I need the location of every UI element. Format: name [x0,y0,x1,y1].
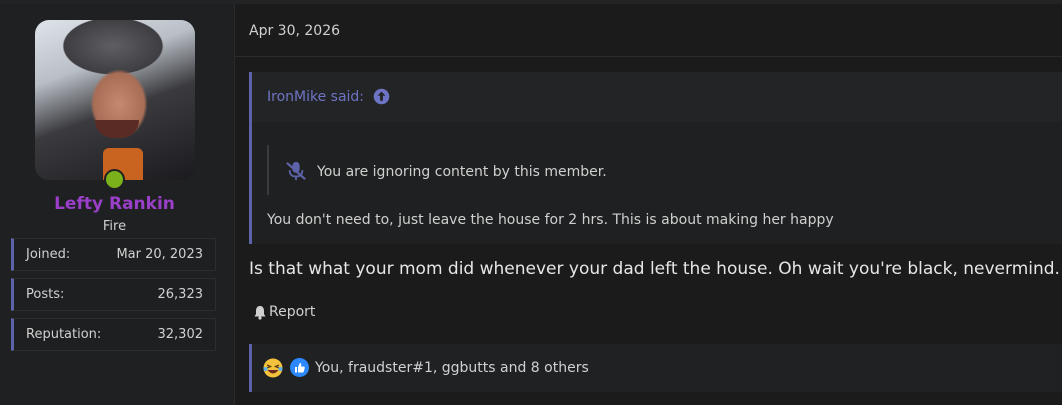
divider [234,56,1062,57]
arrow-up-circle-icon[interactable] [373,88,390,105]
stat-value: 32,302 [157,327,204,342]
bell-icon [254,306,266,320]
reactions-bar[interactable]: You, fraudster#1, ggbutts and 8 others [249,344,1062,392]
stat-posts: Posts: 26,323 [11,278,216,311]
user-title: Fire [102,219,127,234]
quote-header: IronMike said: [252,72,1062,122]
stat-label: Reputation: [26,327,102,342]
reactions-list-link[interactable]: You, fraudster#1, ggbutts and 8 others [315,360,589,376]
quote-block: IronMike said: You are ignoring content … [249,72,1062,244]
user-panel: Lefty Rankin Fire Joined: Mar 20, 2023 P… [0,4,235,405]
user-avatar[interactable] [35,20,195,180]
stat-value: Mar 20, 2023 [116,247,203,262]
report-label: Report [269,304,316,320]
ignored-notice-text: You are ignoring content by this member. [317,164,607,180]
laughing-emoji-icon[interactable] [263,358,283,378]
thumbs-up-icon[interactable] [290,358,309,377]
post-message: Is that what your mom did whenever your … [249,259,1060,279]
avatar-detail [95,120,139,138]
stat-label: Posts: [26,287,65,302]
quote-author-link[interactable]: IronMike said: [267,89,364,105]
stat-joined: Joined: Mar 20, 2023 [11,238,216,271]
stat-reputation: Reputation: 32,302 [11,318,216,351]
stat-label: Joined: [26,247,71,262]
stat-value: 26,323 [157,287,204,302]
ignored-notice: You are ignoring content by this member. [267,145,1049,195]
muted-microphone-icon [286,161,306,181]
online-status-icon [104,169,125,190]
post-date-link[interactable]: Apr 30, 2026 [249,23,340,39]
username-link[interactable]: Lefty Rankin [0,194,229,214]
quote-body: You don't need to, just leave the house … [267,212,834,228]
